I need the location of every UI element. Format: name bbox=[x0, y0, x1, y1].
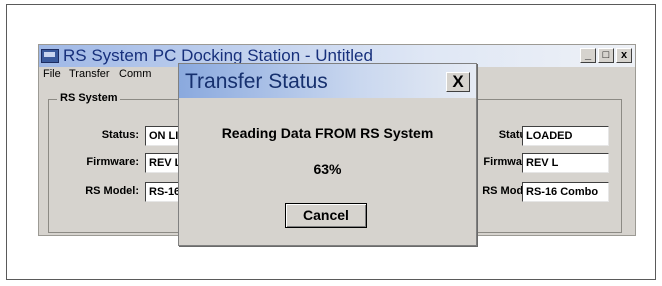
groupbox-label: RS System bbox=[57, 92, 121, 104]
dialog-titlebar[interactable]: Transfer Status X bbox=[179, 64, 476, 98]
firmware-label: Firmware: bbox=[86, 156, 139, 168]
menu-comm[interactable]: Comm bbox=[119, 68, 151, 80]
transfer-status-dialog: Transfer Status X Reading Data FROM RS S… bbox=[178, 63, 477, 246]
maximize-button[interactable]: □ bbox=[598, 48, 614, 63]
cancel-button[interactable]: Cancel bbox=[285, 203, 367, 228]
minimize-button[interactable]: _ bbox=[580, 48, 596, 63]
dialog-close-button[interactable]: X bbox=[446, 72, 470, 92]
close-button[interactable]: x bbox=[616, 48, 632, 63]
app-icon bbox=[41, 49, 59, 63]
progress-percent: 63% bbox=[313, 161, 342, 177]
window-controls: _ □ x bbox=[580, 48, 632, 63]
menu-transfer[interactable]: Transfer bbox=[69, 68, 110, 80]
rs-model-label: RS Model: bbox=[85, 185, 139, 197]
status-label: Status: bbox=[101, 129, 139, 141]
menu-file[interactable]: File bbox=[43, 68, 61, 80]
dialog-title: Transfer Status bbox=[185, 70, 328, 93]
firmware-field-right: REV L bbox=[522, 153, 609, 173]
status-field-right: LOADED bbox=[522, 126, 609, 146]
transfer-message: Reading Data FROM RS System bbox=[221, 125, 434, 141]
rs-model-field-right: RS-16 Combo bbox=[522, 182, 609, 202]
